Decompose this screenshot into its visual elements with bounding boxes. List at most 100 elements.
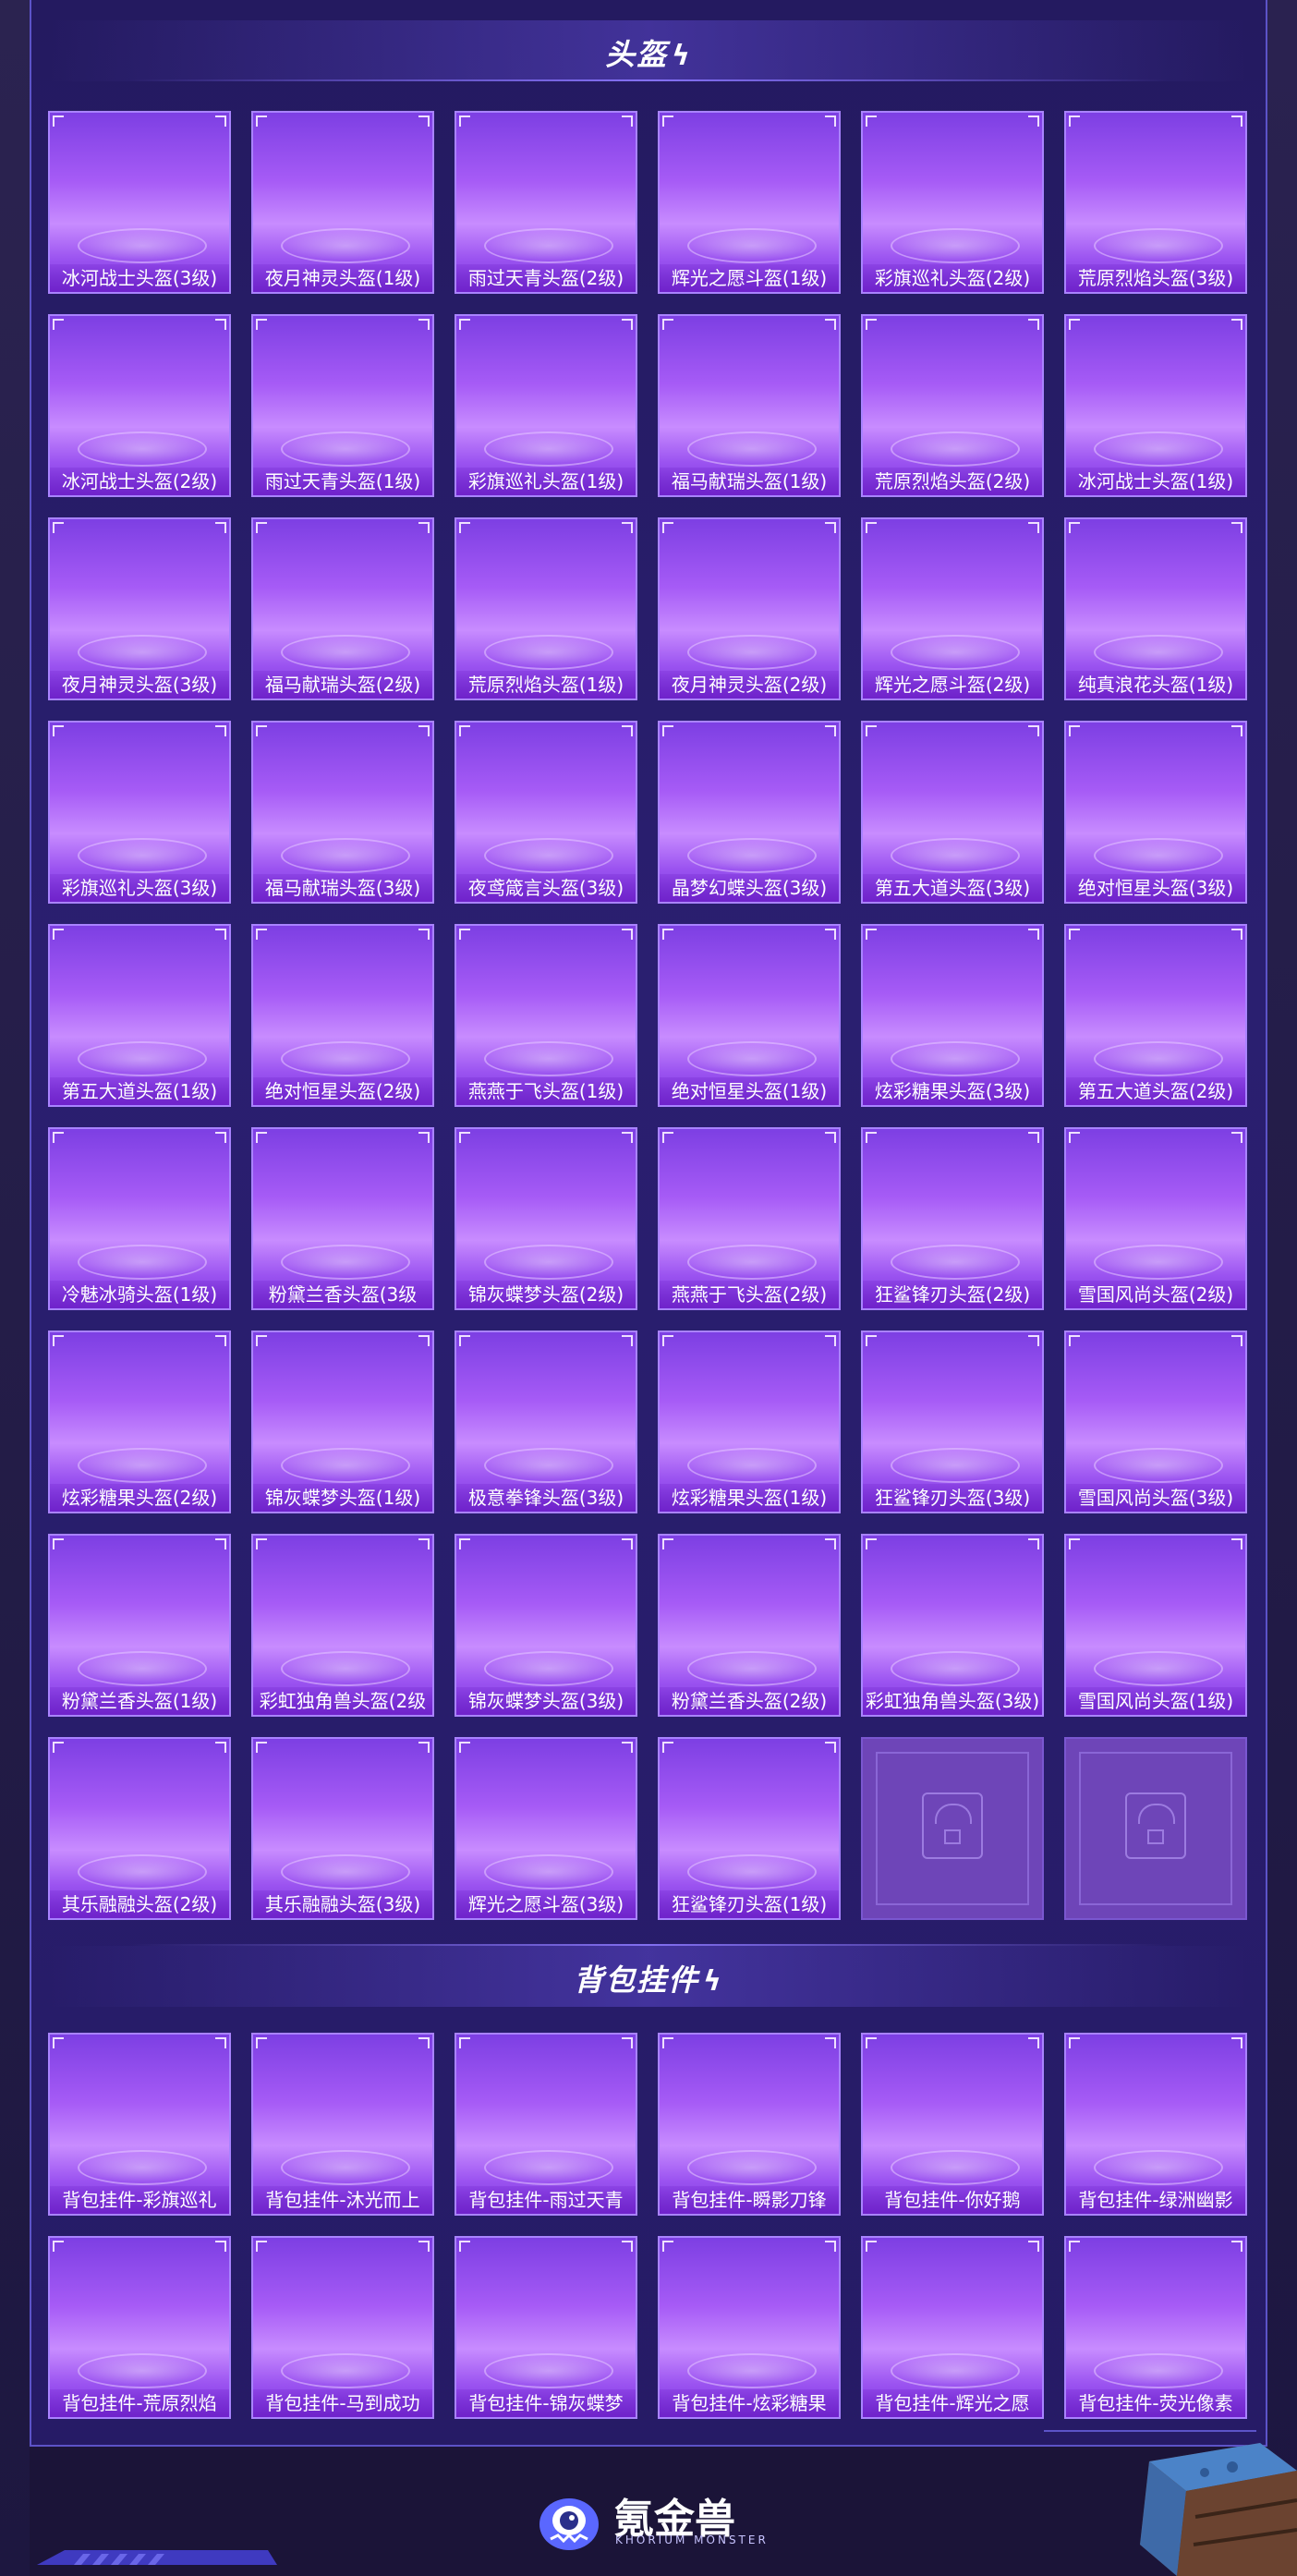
corner-accent xyxy=(53,1335,64,1346)
item-card[interactable]: 锦灰蝶梦头盔(1级) xyxy=(251,1331,434,1513)
item-card[interactable]: 背包挂件-雨过天青 xyxy=(455,2033,637,2216)
corner-accent xyxy=(1028,2241,1039,2252)
corner-accent xyxy=(418,115,430,127)
item-card[interactable]: 冰河战士头盔(3级) xyxy=(48,111,231,294)
item-card[interactable]: 背包挂件-荒原烈焰 xyxy=(48,2236,231,2419)
item-card[interactable]: 炫彩糖果头盔(2级) xyxy=(48,1331,231,1513)
pedestal-glow xyxy=(1094,2150,1223,2185)
item-card[interactable]: 背包挂件-炫彩糖果 xyxy=(658,2236,841,2419)
item-card[interactable]: 雪国风尚头盔(3级) xyxy=(1064,1331,1247,1513)
item-card[interactable]: 夜月神灵头盔(1级) xyxy=(251,111,434,294)
item-card[interactable]: 锦灰蝶梦头盔(2级) xyxy=(455,1127,637,1310)
item-card[interactable]: 狂鲨锋刃头盔(2级) xyxy=(861,1127,1044,1310)
item-card[interactable]: 炫彩糖果头盔(3级) xyxy=(861,924,1044,1107)
item-card[interactable]: 纯真浪花头盔(1级) xyxy=(1064,517,1247,700)
item-label: 绝对恒星头盔(2级) xyxy=(253,1077,432,1105)
item-card[interactable]: 雨过天青头盔(1级) xyxy=(251,314,434,497)
item-card[interactable]: 荒原烈焰头盔(3级) xyxy=(1064,111,1247,294)
pedestal-glow xyxy=(687,2353,817,2388)
item-card[interactable]: 背包挂件-锦灰蝶梦 xyxy=(455,2236,637,2419)
item-card[interactable]: 彩旗巡礼头盔(3级) xyxy=(48,721,231,904)
item-label: 背包挂件-锦灰蝶梦 xyxy=(456,2389,636,2417)
corner-accent xyxy=(866,319,877,330)
item-card[interactable]: 彩旗巡礼头盔(2级) xyxy=(861,111,1044,294)
empty-slot xyxy=(861,1737,1044,1920)
item-card[interactable]: 荒原烈焰头盔(1级) xyxy=(455,517,637,700)
item-card[interactable]: 辉光之愿斗盔(2级) xyxy=(861,517,1044,700)
item-card[interactable]: 绝对恒星头盔(2级) xyxy=(251,924,434,1107)
item-card[interactable]: 雪国风尚头盔(1级) xyxy=(1064,1534,1247,1717)
item-card[interactable]: 粉黛兰香头盔(2级) xyxy=(658,1534,841,1717)
item-card[interactable]: 粉黛兰香头盔(1级) xyxy=(48,1534,231,1717)
helmets-section-title: 头盔 ϟ xyxy=(0,31,1297,74)
item-card[interactable]: 绝对恒星头盔(3级) xyxy=(1064,721,1247,904)
decorative-stripes xyxy=(37,2550,277,2565)
item-card[interactable]: 彩旗巡礼头盔(1级) xyxy=(455,314,637,497)
corner-accent xyxy=(1028,929,1039,940)
corner-accent xyxy=(866,929,877,940)
item-card[interactable]: 背包挂件-辉光之愿 xyxy=(861,2236,1044,2419)
corner-accent xyxy=(418,929,430,940)
item-card[interactable]: 晶梦幻蝶头盔(3级) xyxy=(658,721,841,904)
item-card[interactable]: 福马献瑞头盔(1级) xyxy=(658,314,841,497)
pedestal-glow xyxy=(687,1854,817,1889)
item-card[interactable]: 其乐融融头盔(3级) xyxy=(251,1737,434,1920)
item-card[interactable]: 背包挂件-瞬影刀锋 xyxy=(658,2033,841,2216)
item-card[interactable]: 其乐融融头盔(2级) xyxy=(48,1737,231,1920)
item-card[interactable]: 燕燕于飞头盔(2级) xyxy=(658,1127,841,1310)
item-card[interactable]: 福马献瑞头盔(2级) xyxy=(251,517,434,700)
item-label: 夜月神灵头盔(3级) xyxy=(50,671,229,699)
item-card[interactable]: 雨过天青头盔(2级) xyxy=(455,111,637,294)
item-card[interactable]: 背包挂件-你好鹅 xyxy=(861,2033,1044,2216)
item-card[interactable]: 夜月神灵头盔(2级) xyxy=(658,517,841,700)
item-card[interactable]: 极意拳锋头盔(3级) xyxy=(455,1331,637,1513)
pedestal-glow xyxy=(78,431,207,467)
item-card[interactable]: 狂鲨锋刃头盔(1级) xyxy=(658,1737,841,1920)
item-card[interactable]: 夜鸢箴言头盔(3级) xyxy=(455,721,637,904)
item-card[interactable]: 炫彩糖果头盔(1级) xyxy=(658,1331,841,1513)
item-card[interactable]: 冰河战士头盔(2级) xyxy=(48,314,231,497)
item-card[interactable]: 雪国风尚头盔(2级) xyxy=(1064,1127,1247,1310)
item-card[interactable]: 荒原烈焰头盔(2级) xyxy=(861,314,1044,497)
airdrop-placeholder-icon xyxy=(922,1792,983,1859)
corner-accent xyxy=(825,1538,836,1549)
item-card[interactable]: 绝对恒星头盔(1级) xyxy=(658,924,841,1107)
item-label: 彩旗巡礼头盔(2级) xyxy=(863,264,1042,292)
corner-accent xyxy=(459,929,470,940)
item-card[interactable]: 背包挂件-彩旗巡礼 xyxy=(48,2033,231,2216)
item-card[interactable]: 背包挂件-马到成功 xyxy=(251,2236,434,2419)
item-card[interactable]: 狂鲨锋刃头盔(3级) xyxy=(861,1331,1044,1513)
item-card[interactable]: 夜月神灵头盔(3级) xyxy=(48,517,231,700)
item-card[interactable]: 第五大道头盔(3级) xyxy=(861,721,1044,904)
item-card[interactable]: 辉光之愿斗盔(1级) xyxy=(658,111,841,294)
item-card[interactable]: 背包挂件-沐光而上 xyxy=(251,2033,434,2216)
pedestal-glow xyxy=(484,1041,613,1076)
item-card[interactable]: 福马献瑞头盔(3级) xyxy=(251,721,434,904)
item-card[interactable]: 第五大道头盔(2级) xyxy=(1064,924,1247,1107)
item-card[interactable]: 背包挂件-绿洲幽影 xyxy=(1064,2033,1247,2216)
item-label: 雨过天青头盔(2级) xyxy=(456,264,636,292)
item-card[interactable]: 背包挂件-荧光像素 xyxy=(1064,2236,1247,2419)
item-card[interactable]: 彩虹独角兽头盔(2级 xyxy=(251,1534,434,1717)
item-label: 粉黛兰香头盔(3级 xyxy=(253,1281,432,1308)
pedestal-glow xyxy=(1094,838,1223,873)
corner-accent xyxy=(662,319,673,330)
item-card[interactable]: 彩虹独角兽头盔(3级) xyxy=(861,1534,1044,1717)
corner-accent xyxy=(622,319,633,330)
item-card[interactable]: 燕燕于飞头盔(1级) xyxy=(455,924,637,1107)
item-label: 荒原烈焰头盔(2级) xyxy=(863,468,1042,495)
item-card[interactable]: 粉黛兰香头盔(3级 xyxy=(251,1127,434,1310)
item-card[interactable]: 冰河战士头盔(1级) xyxy=(1064,314,1247,497)
item-card[interactable]: 辉光之愿斗盔(3级) xyxy=(455,1737,637,1920)
item-label: 燕燕于飞头盔(1级) xyxy=(456,1077,636,1105)
item-card[interactable]: 第五大道头盔(1级) xyxy=(48,924,231,1107)
corner-accent xyxy=(215,319,226,330)
corner-accent xyxy=(622,2037,633,2048)
corner-accent xyxy=(1028,1335,1039,1346)
item-card[interactable]: 锦灰蝶梦头盔(3级) xyxy=(455,1534,637,1717)
corner-accent xyxy=(1028,725,1039,736)
item-card[interactable]: 冷魅冰骑头盔(1级) xyxy=(48,1127,231,1310)
pedestal-glow xyxy=(281,1041,410,1076)
pedestal-glow xyxy=(1094,2353,1223,2388)
corner-accent xyxy=(1231,115,1242,127)
